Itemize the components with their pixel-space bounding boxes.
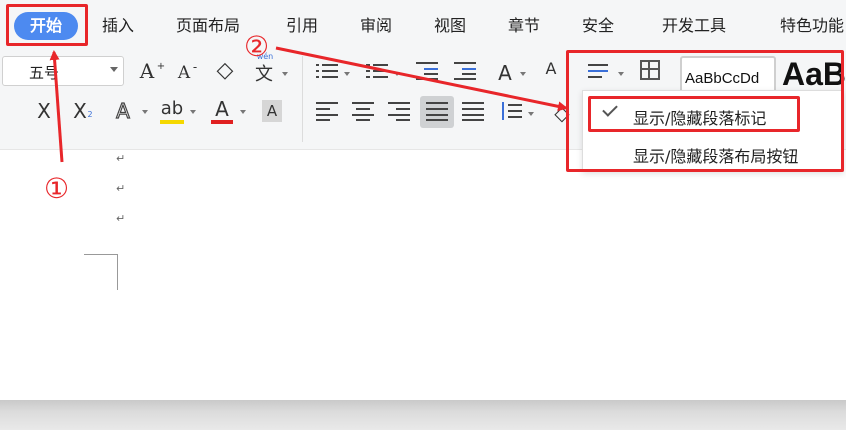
annotation-step-2: ② — [244, 30, 270, 63]
annotation-step-1: ① — [44, 172, 70, 205]
annotation-arrows — [49, 46, 568, 163]
arrow-step2 — [275, 46, 568, 112]
arrow-step1 — [49, 50, 64, 163]
